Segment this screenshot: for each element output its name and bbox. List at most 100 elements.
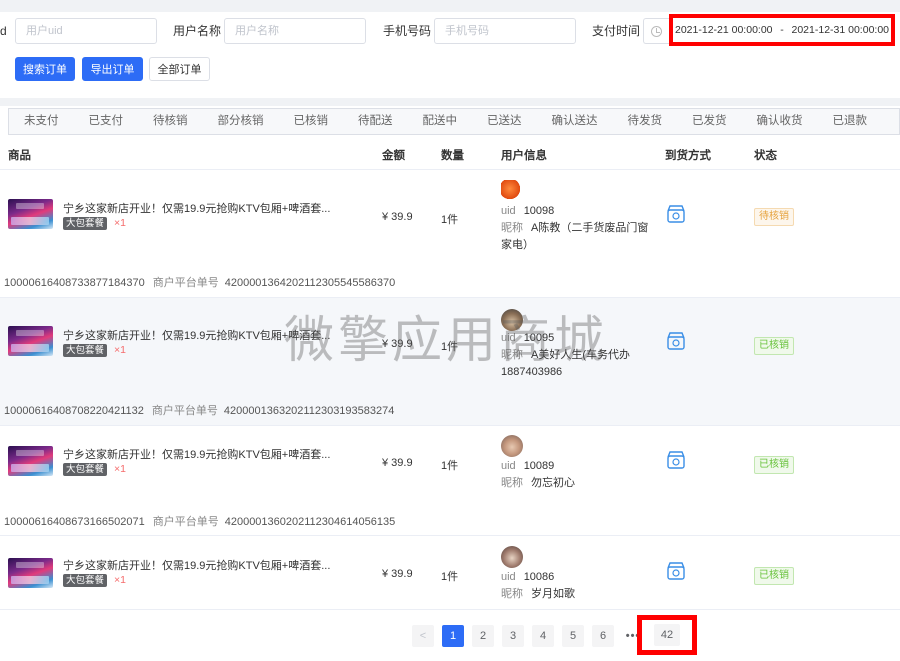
store-pickup-icon xyxy=(667,451,685,469)
pagination: < 1 2 3 4 5 6 ••• xyxy=(412,625,644,647)
column-delivery: 到货方式 xyxy=(665,150,711,162)
order-number-line: 10000616408673166502071 商户平台单号 42000013602… xyxy=(4,513,395,529)
status-badge: 已核销 xyxy=(754,567,794,585)
tab-partial-verify[interactable]: 部分核销 xyxy=(203,109,279,134)
page-last-button[interactable]: 42 xyxy=(654,624,680,646)
product-name[interactable]: 宁乡这家新店开业！仅需19.9元抢购KTV包厢+啤酒套... xyxy=(63,557,330,573)
tab-confirm-delivered[interactable]: 确认送达 xyxy=(537,109,613,134)
export-orders-button[interactable]: 导出订单 xyxy=(82,57,143,81)
product-image xyxy=(8,558,53,588)
user-info: uid 10095 昵称 A美好人生(车务代办1887403986 xyxy=(501,330,651,381)
paytime-label: 支付时间 xyxy=(592,24,641,38)
platform-label: 商户平台单号 xyxy=(152,277,219,289)
page-3-button[interactable]: 3 xyxy=(502,625,524,647)
username-input[interactable] xyxy=(224,18,366,44)
top-strip xyxy=(0,0,900,12)
order-amount: ¥ 39.9 xyxy=(382,457,413,469)
avatar xyxy=(501,546,523,568)
status-badge: 待核销 xyxy=(754,208,794,226)
date-separator: - xyxy=(780,24,784,36)
order-count: 1件 xyxy=(441,460,459,472)
table-row: 宁乡这家新店开业！仅需19.9元抢购KTV包厢+啤酒套... 大包套餐 ×1 ¥… xyxy=(0,298,900,426)
phone-input[interactable] xyxy=(434,18,576,44)
uid-value: 10098 xyxy=(523,205,555,217)
avatar xyxy=(501,309,523,331)
table-header: 商品 金额 数量 用户信息 到货方式 状态 xyxy=(0,140,900,170)
tab-refunded[interactable]: 已退款 xyxy=(818,109,883,134)
qty-mark: ×1 xyxy=(114,344,126,356)
qty-mark: ×1 xyxy=(114,217,126,229)
store-pickup-icon xyxy=(667,205,685,223)
order-number-line: 10000616408733877184370 商户平台单号 42000013642… xyxy=(4,274,395,290)
page-5-button[interactable]: 5 xyxy=(562,625,584,647)
all-orders-button[interactable]: 全部订单 xyxy=(149,57,210,81)
product-name[interactable]: 宁乡这家新店开业！仅需19.9元抢购KTV包厢+啤酒套... xyxy=(63,446,330,462)
platform-label: 商户平台单号 xyxy=(152,516,219,528)
column-amount: 金额 xyxy=(382,150,405,162)
order-count: 1件 xyxy=(441,341,459,353)
platform-number: 4200001360202112304614056135 xyxy=(224,516,396,528)
column-user: 用户信息 xyxy=(501,150,547,162)
qty-mark: ×1 xyxy=(114,574,126,586)
nickname-key: 昵称 xyxy=(501,477,523,489)
page-1-button[interactable]: 1 xyxy=(442,625,464,647)
order-count: 1件 xyxy=(441,214,459,226)
uid-input[interactable] xyxy=(15,18,157,44)
qty-mark: ×1 xyxy=(114,463,126,475)
order-count: 1件 xyxy=(441,571,459,583)
page-6-button[interactable]: 6 xyxy=(592,625,614,647)
tab-paid[interactable]: 已支付 xyxy=(74,109,139,134)
product-image xyxy=(8,446,53,476)
product-name[interactable]: 宁乡这家新店开业！仅需19.9元抢购KTV包厢+啤酒套... xyxy=(63,327,330,343)
table-row: 宁乡这家新店开业！仅需19.9元抢购KTV包厢+啤酒套... 大包套餐 ×1 ¥… xyxy=(0,426,900,536)
nickname-key: 昵称 xyxy=(501,222,523,234)
search-orders-button[interactable]: 搜索订单 xyxy=(15,57,75,81)
tab-delivering[interactable]: 配送中 xyxy=(408,109,473,134)
tab-verified[interactable]: 已核销 xyxy=(279,109,344,134)
page-2-button[interactable]: 2 xyxy=(472,625,494,647)
nickname-key: 昵称 xyxy=(501,588,523,600)
product-image xyxy=(8,199,53,229)
tab-unpaid[interactable]: 未支付 xyxy=(9,109,74,134)
uid-value: 10089 xyxy=(523,460,555,472)
date-start: 2021-12-21 00:00:00 xyxy=(675,24,773,36)
column-product: 商品 xyxy=(8,150,31,162)
table-row: 宁乡这家新店开业！仅需19.9元抢购KTV包厢+啤酒套... 大包套餐 ×1 ¥… xyxy=(0,171,900,298)
status-badge: 已核销 xyxy=(754,337,794,355)
date-end: 2021-12-31 00:00:00 xyxy=(791,24,890,36)
tab-confirm-receipt[interactable]: 确认收货 xyxy=(742,109,818,134)
username-label: 用户名称 xyxy=(173,24,222,38)
tab-shipped[interactable]: 已发货 xyxy=(677,109,742,134)
tab-pending-delivery[interactable]: 待配送 xyxy=(343,109,408,134)
product-image xyxy=(8,326,53,356)
column-status: 状态 xyxy=(754,150,777,162)
date-picker-trigger[interactable] xyxy=(643,18,669,44)
date-range-input[interactable]: 2021-12-21 00:00:00 - 2021-12-31 00:00:0… xyxy=(669,14,895,46)
product-name[interactable]: 宁乡这家新店开业！仅需19.9元抢购KTV包厢+啤酒套... xyxy=(63,200,330,216)
nickname-value: 勿忘初心 xyxy=(531,477,575,489)
uid-value: 10086 xyxy=(523,571,555,583)
platform-label: 商户平台单号 xyxy=(151,405,218,417)
uid-key: uid xyxy=(501,460,516,472)
sku-tag: 大包套餐 xyxy=(63,463,108,476)
order-amount: ¥ 39.9 xyxy=(382,211,413,223)
tab-pending-ship[interactable]: 待发货 xyxy=(613,109,678,134)
uid-key: uid xyxy=(501,332,516,344)
clock-icon xyxy=(651,25,662,37)
order-number: 10000616408733877184370 xyxy=(4,277,145,289)
user-info: uid 10098 昵称 A陈教（二手货废品门窗家电） xyxy=(501,203,651,254)
platform-number: 4200001363202112303193583274 xyxy=(223,405,395,417)
tab-delivered[interactable]: 已送达 xyxy=(472,109,537,134)
store-pickup-icon xyxy=(667,562,685,580)
last-page-highlight: 42 xyxy=(637,615,697,655)
uid-label: d xyxy=(0,24,7,38)
nickname-key: 昵称 xyxy=(501,349,523,361)
prev-page-button[interactable]: < xyxy=(412,625,434,647)
sku-tag: 大包套餐 xyxy=(63,217,108,230)
avatar xyxy=(501,435,523,457)
section-divider xyxy=(0,98,900,106)
nickname-value: 岁月如歌 xyxy=(531,588,575,600)
tab-pending-verify[interactable]: 待核销 xyxy=(138,109,203,134)
page-4-button[interactable]: 4 xyxy=(532,625,554,647)
order-amount: ¥ 39.9 xyxy=(382,338,413,350)
